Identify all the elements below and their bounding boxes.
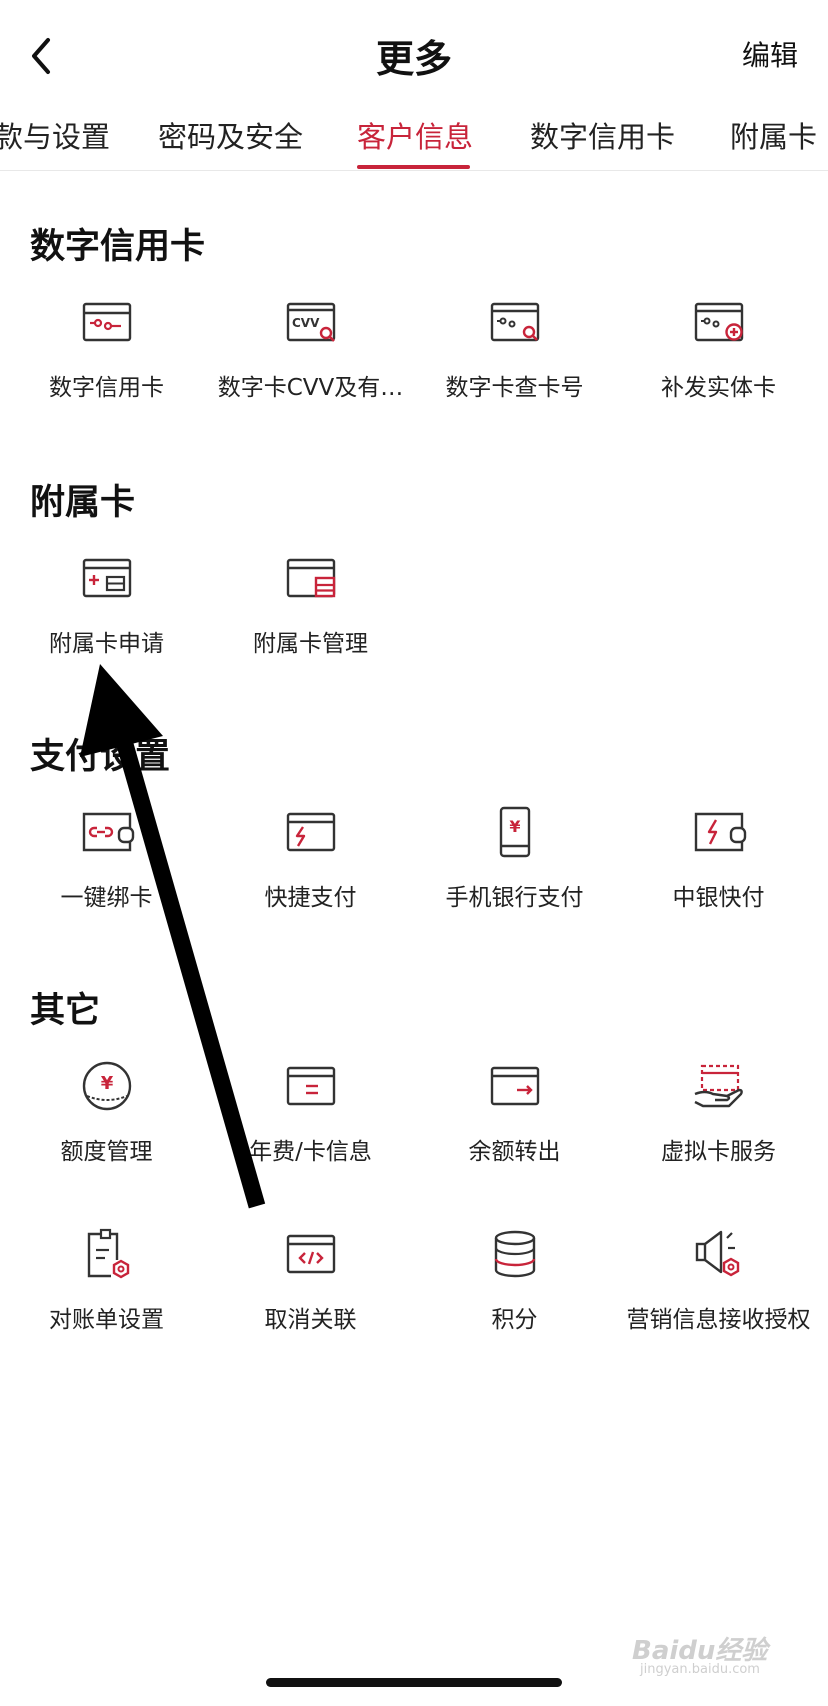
tab-digital-card[interactable]: 数字信用卡 [530,114,675,156]
item-label: 取消关联 [264,1307,357,1333]
item-digital-card[interactable]: 数字信用卡 [4,292,209,402]
tab-supplementary-card[interactable]: 附属卡 [730,114,817,156]
section-title-supplementary-card: 附属卡 [30,483,136,523]
item-statement-settings[interactable]: 对账单设置 [4,1224,209,1334]
item-supplementary-card-apply[interactable]: 附属卡申请 [4,548,209,658]
tab-customer-info[interactable]: 客户信息 [357,114,473,156]
bind-card-icon [82,812,134,852]
item-label: 补发实体卡 [661,375,776,401]
svg-text:CVV: CVV [292,316,320,330]
home-indicator[interactable] [266,1678,562,1687]
item-label: 附属卡申请 [49,631,164,657]
card-search-icon [490,302,539,342]
top-bar: 更多 编辑 [0,0,828,110]
item-label: 额度管理 [60,1139,153,1165]
item-label: 数字卡查卡号 [445,375,584,401]
unlink-icon [286,1234,335,1274]
item-credit-limit[interactable]: ¥ 额度管理 [4,1056,209,1166]
card-manage-icon [286,558,335,598]
card-cvv-icon: CVV [286,302,335,342]
item-one-click-bind-card[interactable]: 一键绑卡 [4,802,209,912]
edit-button[interactable]: 编辑 [742,34,798,74]
item-annual-fee-card-info[interactable]: 年费/卡信息 [208,1056,413,1166]
section-title-other: 其它 [30,991,101,1031]
card-reissue-icon [694,302,743,342]
item-balance-transfer[interactable]: 余额转出 [412,1056,617,1166]
quick-pay-icon [286,812,335,852]
item-label: 积分 [491,1307,538,1333]
item-digital-card-cvv[interactable]: CVV 数字卡CVV及有… [208,292,413,402]
item-label: 手机银行支付 [445,885,584,911]
active-tab-indicator [357,165,470,169]
item-label: 虚拟卡服务 [661,1139,776,1165]
page-title: 更多 [375,37,452,81]
card-link-icon [82,302,131,342]
annual-fee-icon [286,1066,335,1106]
statement-settings-icon [87,1228,129,1279]
tab-bar: 款与设置 密码及安全 客户信息 数字信用卡 附属卡 [0,110,828,171]
mobile-pay-icon: ¥ [499,806,530,858]
item-label: 一键绑卡 [60,885,153,911]
card-add-icon [82,558,131,598]
virtual-card-icon [693,1064,743,1108]
item-points[interactable]: 积分 [412,1224,617,1334]
marketing-auth-icon [695,1230,739,1277]
item-label: 中银快付 [672,885,765,911]
item-supplementary-card-manage[interactable]: 附属卡管理 [208,548,413,658]
svg-text:¥: ¥ [509,817,520,836]
svg-text:¥: ¥ [100,1073,113,1094]
item-cancel-association[interactable]: 取消关联 [208,1224,413,1334]
item-digital-card-number[interactable]: 数字卡查卡号 [412,292,617,402]
section-title-payment-settings: 支付设置 [30,737,171,777]
item-label: 快捷支付 [264,885,357,911]
item-label: 年费/卡信息 [249,1139,372,1165]
points-icon [494,1230,535,1278]
item-label: 数字卡CVV及有… [217,375,404,401]
boc-quickpay-icon [694,812,746,852]
item-label: 数字信用卡 [49,375,164,401]
baidu-watermark-url: jingyan.baidu.com [640,1662,760,1677]
item-marketing-info-authorization[interactable]: 营销信息接收授权 [616,1224,821,1334]
item-label: 余额转出 [468,1139,561,1165]
section-title-digital-card: 数字信用卡 [30,227,206,267]
item-label: 对账单设置 [49,1307,164,1333]
item-label: 营销信息接收授权 [626,1307,811,1333]
tab-payment-settings[interactable]: 款与设置 [0,114,110,156]
item-reissue-physical-card[interactable]: 补发实体卡 [616,292,821,402]
item-mobile-banking-pay[interactable]: ¥ 手机银行支付 [412,802,617,912]
credit-limit-icon: ¥ [82,1061,131,1111]
item-boc-quick-pay[interactable]: 中银快付 [616,802,821,912]
item-label: 附属卡管理 [253,631,368,657]
balance-transfer-icon [490,1066,539,1106]
item-virtual-card-service[interactable]: 虚拟卡服务 [616,1056,821,1166]
item-quick-pay[interactable]: 快捷支付 [208,802,413,912]
tab-password-security[interactable]: 密码及安全 [158,114,303,156]
